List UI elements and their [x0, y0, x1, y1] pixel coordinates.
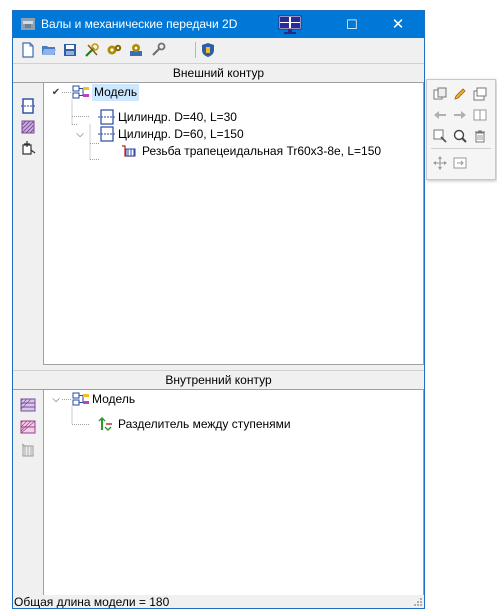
- model-icon: [72, 392, 89, 406]
- tree-node-thread[interactable]: Резьба трапецеидальная Tr60x3-8e, L=150: [44, 143, 414, 160]
- tree-node-label: Цилиндр. D=40, L=30: [118, 110, 237, 124]
- edit-pencil-icon[interactable]: [452, 86, 468, 102]
- add-element-icon[interactable]: [19, 139, 37, 157]
- outer-contour-tree[interactable]: ✔ Модель Цилиндр. D=40, L=30 ⌵ Цилиндр. …: [43, 83, 424, 365]
- gears-icon[interactable]: [105, 41, 123, 59]
- outer-contour-header: Внешний контур: [13, 63, 424, 83]
- pan-icon[interactable]: [432, 155, 448, 171]
- tree-node-label: Модель: [92, 84, 140, 101]
- collapse-chevron-icon[interactable]: ✔: [51, 84, 61, 101]
- step-separator-icon: [98, 417, 112, 431]
- model-icon: [72, 85, 89, 99]
- tree-node-label: Цилиндр. D=60, L=150: [118, 127, 244, 141]
- title-bar[interactable]: Валы и механические передачи 2D ☐ ✕: [13, 11, 424, 38]
- resize-grip-icon[interactable]: [413, 597, 423, 607]
- inner-side-toolbar: [13, 390, 43, 595]
- tree-node-cylinder[interactable]: ⌵ Цилиндр. D=60, L=150: [44, 126, 414, 143]
- zoom-icon[interactable]: [452, 128, 468, 144]
- floating-toolbar: [426, 79, 496, 180]
- toolbar-separator: [195, 42, 196, 58]
- wrench-icon[interactable]: [149, 41, 167, 59]
- toolbar-separator: [431, 148, 491, 149]
- add-cylinder-icon[interactable]: [19, 97, 37, 115]
- layout-grid-icon[interactable]: [278, 15, 302, 34]
- add-inner-chamfer-icon[interactable]: [19, 418, 37, 436]
- outer-side-toolbar: [13, 83, 43, 365]
- status-bar: Общая длина модели = 180: [13, 595, 424, 609]
- window-title: Валы и механические передачи 2D: [41, 17, 238, 31]
- inner-contour-tree[interactable]: ⌵ Модель Разделитель между ступенями: [43, 390, 424, 596]
- tree-node-separator[interactable]: Разделитель между ступенями: [44, 416, 414, 433]
- tree-node-cylinder[interactable]: Цилиндр. D=40, L=30: [44, 109, 414, 126]
- new-file-icon[interactable]: [19, 41, 37, 59]
- close-button[interactable]: ✕: [375, 11, 421, 38]
- delete-icon[interactable]: [472, 128, 488, 144]
- settings-gear-icon[interactable]: [127, 41, 145, 59]
- tree-node-label: Модель: [92, 392, 136, 406]
- window-icon[interactable]: [472, 86, 488, 102]
- app-icon: [21, 18, 35, 30]
- main-toolbar: [13, 38, 424, 62]
- fit-view-icon[interactable]: [452, 155, 468, 171]
- add-chamfer-icon[interactable]: [19, 118, 37, 136]
- thread-icon: [122, 145, 136, 157]
- maximize-button[interactable]: ☐: [329, 11, 375, 38]
- tools-icon[interactable]: [83, 41, 101, 59]
- tree-node-model[interactable]: ✔ Модель: [44, 84, 414, 101]
- tree-node-label: Резьба трапецеидальная Tr60x3-8e, L=150: [142, 144, 382, 158]
- add-inner-element-icon[interactable]: [19, 441, 37, 459]
- split-icon[interactable]: [472, 107, 488, 123]
- cylinder-icon: [98, 126, 116, 142]
- move-left-icon[interactable]: [432, 107, 448, 123]
- library-icon[interactable]: [199, 41, 217, 59]
- model-length-status: Общая длина модели = 180: [14, 595, 170, 609]
- move-right-icon[interactable]: [452, 107, 468, 123]
- copy-element-icon[interactable]: [432, 86, 448, 102]
- collapse-chevron-icon[interactable]: ⌵: [75, 126, 85, 143]
- inner-contour-header: Внутренний контур: [13, 370, 424, 390]
- tree-node-label: Разделитель между ступенями: [118, 417, 291, 431]
- save-icon[interactable]: [61, 41, 79, 59]
- tree-node-model[interactable]: ⌵ Модель: [44, 391, 414, 408]
- open-folder-icon[interactable]: [40, 41, 58, 59]
- zoom-area-icon[interactable]: [432, 128, 448, 144]
- main-window: Валы и механические передачи 2D ☐ ✕ Внеш…: [12, 10, 425, 609]
- cylinder-icon: [98, 109, 116, 125]
- add-bore-icon[interactable]: [19, 396, 37, 414]
- collapse-chevron-icon[interactable]: ⌵: [51, 391, 61, 408]
